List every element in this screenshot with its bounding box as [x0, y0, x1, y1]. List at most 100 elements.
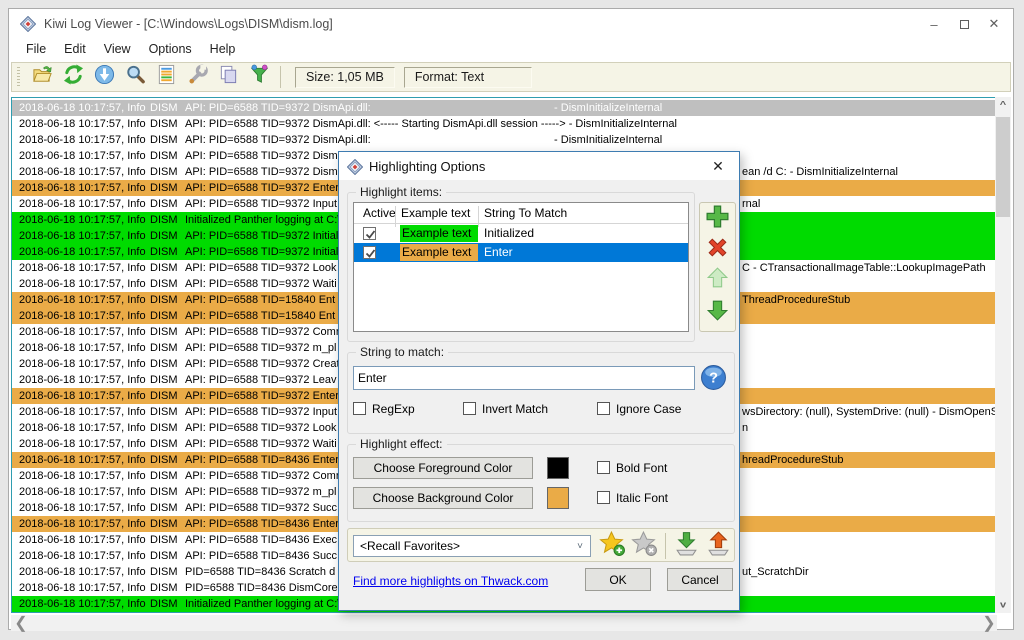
- log-source: DISM: [150, 180, 178, 196]
- refresh-icon: [63, 64, 84, 90]
- wrench-button[interactable]: [182, 64, 213, 90]
- log-source: DISM: [150, 532, 178, 548]
- column-header-example: Example text: [401, 206, 470, 220]
- log-timestamp: 2018-06-18 10:17:57, Info: [19, 132, 146, 148]
- log-source: DISM: [150, 516, 178, 532]
- menu-view[interactable]: View: [95, 39, 140, 61]
- move-up-button[interactable]: [700, 265, 735, 296]
- download-button[interactable]: [89, 64, 120, 90]
- menu-options[interactable]: Options: [140, 39, 201, 61]
- string-to-match-input[interactable]: [353, 366, 695, 390]
- scroll-left-icon[interactable]: ❮: [13, 615, 29, 631]
- invert-match-label: Invert Match: [482, 402, 548, 416]
- log-message: API: PID=6588 TID=9372 Enter: [185, 180, 339, 196]
- menu-file[interactable]: File: [17, 39, 55, 61]
- log-timestamp: 2018-06-18 10:17:57, Info: [19, 340, 146, 356]
- log-timestamp: 2018-06-18 10:17:57, Info: [19, 292, 146, 308]
- chevron-down-icon: ˅: [572, 538, 588, 554]
- log-row[interactable]: 2018-06-18 10:17:57, InfoDISMAPI: PID=65…: [12, 116, 996, 132]
- log-timestamp: 2018-06-18 10:17:57, Info: [19, 100, 146, 116]
- regexp-label: RegExp: [372, 402, 415, 416]
- favorite-add-button[interactable]: [598, 532, 626, 560]
- log-message: Initialized Panther logging at C:\: [185, 596, 340, 612]
- log-message: API: PID=6588 TID=9372 Initial: [185, 244, 338, 260]
- log-message: API: PID=6588 TID=9372 DismApi.dll: <---…: [185, 116, 677, 132]
- window-title: Kiwi Log Viewer - [C:\Windows\Logs\DISM\…: [44, 17, 333, 31]
- dialog-close-icon[interactable]: ✕: [697, 152, 739, 180]
- vertical-scroll-thumb[interactable]: [996, 117, 1010, 217]
- log-row[interactable]: 2018-06-18 10:17:57, InfoDISMAPI: PID=65…: [12, 100, 996, 116]
- log-message: API: PID=6588 TID=9372 Waiti: [185, 436, 337, 452]
- ignore-case-checkbox[interactable]: [597, 402, 610, 415]
- import-highlights-icon: [673, 530, 700, 562]
- recall-favorites-dropdown[interactable]: <Recall Favorites> ˅: [353, 535, 591, 557]
- log-timestamp: 2018-06-18 10:17:57, Info: [19, 436, 146, 452]
- menu-bar: FileEditViewOptionsHelp: [9, 39, 1013, 61]
- active-checkbox[interactable]: [363, 246, 376, 259]
- log-source: DISM: [150, 132, 178, 148]
- ok-button[interactable]: OK: [585, 568, 651, 591]
- vertical-scrollbar[interactable]: ^ v: [995, 97, 1011, 613]
- scroll-up-icon[interactable]: ^: [995, 97, 1011, 113]
- choose-foreground-color-button[interactable]: Choose Foreground Color: [353, 457, 533, 479]
- move-down-button[interactable]: [700, 296, 735, 327]
- log-timestamp: 2018-06-18 10:17:57, Info: [19, 148, 146, 164]
- scroll-down-icon[interactable]: v: [995, 597, 1011, 613]
- import-highlights-button[interactable]: [672, 532, 700, 560]
- regexp-checkbox[interactable]: [353, 402, 366, 415]
- copy-button[interactable]: [213, 64, 244, 90]
- cancel-button[interactable]: Cancel: [667, 568, 733, 591]
- log-timestamp: 2018-06-18 10:17:57, Info: [19, 484, 146, 500]
- file-format-panel: Format: Text: [404, 67, 532, 88]
- minimize-button[interactable]: –: [919, 9, 949, 39]
- log-source: DISM: [150, 468, 178, 484]
- delete-highlight-button[interactable]: [700, 234, 735, 265]
- log-row[interactable]: 2018-06-18 10:17:57, InfoDISM API: PID=65…: [12, 132, 996, 148]
- log-timestamp: 2018-06-18 10:17:57, Info: [19, 388, 146, 404]
- log-message-continued: hreadProcedureStub: [742, 452, 844, 468]
- export-highlights-button[interactable]: [704, 532, 732, 560]
- log-message-continued: wsDirectory: (null), SystemDrive: (null)…: [742, 404, 996, 420]
- window-controls: –✕: [919, 9, 1009, 39]
- dialog-app-icon: [347, 159, 362, 174]
- menu-edit[interactable]: Edit: [55, 39, 95, 61]
- log-message: PID=6588 TID=8436 Scratch d: [185, 564, 335, 580]
- log-timestamp: 2018-06-18 10:17:57, Info: [19, 164, 146, 180]
- log-source: DISM: [150, 436, 178, 452]
- log-message: API: PID=6588 TID=9372 Succ: [185, 500, 337, 516]
- highlight-items-list[interactable]: Active Example text String To Match Exam…: [353, 202, 689, 332]
- italic-font-checkbox[interactable]: [597, 491, 610, 504]
- menu-help[interactable]: Help: [201, 39, 245, 61]
- log-message: API: PID=6588 TID=9372 Leav: [185, 372, 336, 388]
- log-timestamp: 2018-06-18 10:17:57, Info: [19, 196, 146, 212]
- scroll-right-icon[interactable]: ❯: [981, 615, 997, 631]
- thwack-link[interactable]: Find more highlights on Thwack.com: [353, 574, 548, 588]
- highlight-item-row[interactable]: Example textEnter: [354, 243, 688, 262]
- favorite-remove-button[interactable]: [630, 532, 658, 560]
- refresh-button[interactable]: [58, 64, 89, 90]
- dialog-title-bar[interactable]: Highlighting Options ✕: [339, 152, 739, 180]
- highlight-filter-button[interactable]: [244, 64, 275, 90]
- help-icon[interactable]: ?: [700, 364, 727, 391]
- horizontal-scrollbar[interactable]: ❮ ❯: [11, 615, 997, 631]
- add-highlight-button[interactable]: [700, 203, 735, 234]
- choose-background-color-button[interactable]: Choose Background Color: [353, 487, 533, 509]
- log-timestamp: 2018-06-18 10:17:57, Info: [19, 276, 146, 292]
- open-file-button[interactable]: [27, 64, 58, 90]
- log-source: DISM: [150, 308, 178, 324]
- view-lines-button[interactable]: [151, 64, 182, 90]
- active-checkbox[interactable]: [363, 227, 376, 240]
- log-message: API: PID=6588 TID=9372 m_pl: [185, 340, 336, 356]
- log-source: DISM: [150, 100, 178, 116]
- invert-match-checkbox[interactable]: [463, 402, 476, 415]
- search-button[interactable]: [120, 64, 151, 90]
- log-timestamp: 2018-06-18 10:17:57, Info: [19, 500, 146, 516]
- bold-font-checkbox[interactable]: [597, 461, 610, 474]
- log-message: API: PID=6588 TID=9372 Comr: [185, 468, 340, 484]
- log-message: API: PID=6588 TID=9372 DismApi.dll: - Di…: [185, 132, 662, 148]
- highlight-item-row[interactable]: Example textInitialized: [354, 224, 688, 243]
- close-button[interactable]: ✕: [979, 9, 1009, 39]
- maximize-button[interactable]: [949, 9, 979, 39]
- log-source: DISM: [150, 548, 178, 564]
- log-source: DISM: [150, 500, 178, 516]
